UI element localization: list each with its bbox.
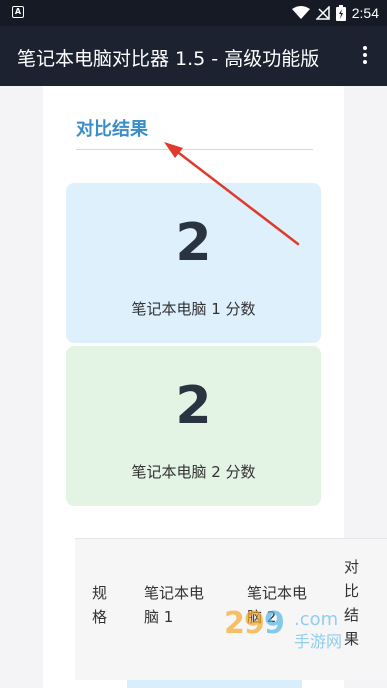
- section-divider: [76, 149, 313, 150]
- app-title: 笔记本电脑对比器 1.5 - 高级功能版: [17, 48, 320, 70]
- wifi-icon: [291, 6, 310, 19]
- table-header-spec: 规格: [92, 584, 108, 626]
- status-icons: 2:54: [291, 4, 379, 22]
- laptop2-score-label: 笔记本电脑 2 分数: [131, 463, 256, 481]
- svg-text:9: 9: [264, 606, 285, 641]
- more-vert-icon[interactable]: [355, 44, 375, 68]
- laptop2-score-box: 2 笔记本电脑 2 分数: [66, 346, 321, 506]
- battery-charging-icon: [335, 5, 346, 21]
- laptop1-score-label: 笔记本电脑 1 分数: [131, 300, 256, 318]
- svg-text:9: 9: [244, 606, 265, 641]
- svg-text:.com: .com: [294, 609, 338, 630]
- table-row-peek: [127, 680, 302, 688]
- laptop1-score: 2: [175, 213, 212, 273]
- laptop2-score: 2: [175, 376, 212, 436]
- svg-text:2: 2: [224, 606, 245, 641]
- no-signal-icon: [315, 6, 330, 20]
- watermark-text: 手游网: [294, 632, 342, 651]
- status-bar: A 2:54: [0, 0, 387, 26]
- laptop1-score-box: 2 笔记本电脑 1 分数: [66, 183, 321, 343]
- section-title: 对比结果: [76, 119, 148, 140]
- watermark-logo: 2 9 9 .com 手游网: [224, 606, 342, 651]
- notification-icon: A: [12, 6, 24, 18]
- page-gutter-left: [0, 86, 43, 688]
- app-bar: 笔记本电脑对比器 1.5 - 高级功能版: [0, 26, 387, 86]
- table-header-laptop1: 笔记本电脑 1: [144, 584, 205, 626]
- clock: 2:54: [351, 5, 379, 21]
